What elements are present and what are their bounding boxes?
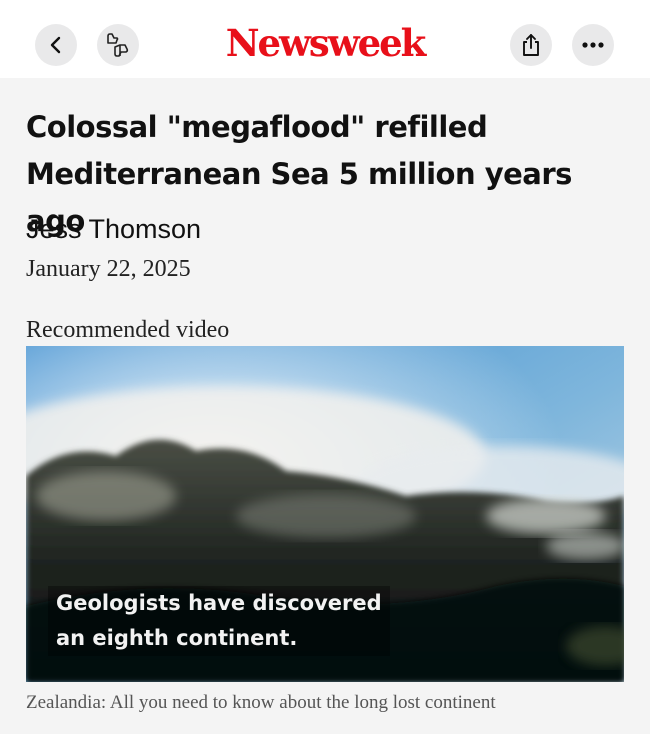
video-subtitle: Geologists have discovered an eighth con… [48,586,390,656]
subtitle-line-1: Geologists have discovered [48,586,390,621]
subtitle-line-2: an eighth continent. [48,621,390,656]
video-caption: Zealandia: All you need to know about th… [26,692,496,713]
share-icon [523,34,539,56]
article-date: January 22, 2025 [26,256,191,282]
article-author[interactable]: Jess Thomson [26,214,201,245]
newsweek-logo[interactable]: Newsweek [0,20,650,66]
more-options-button[interactable] [572,24,614,66]
ellipsis-icon [582,42,604,48]
top-navigation-bar: Newsweek [0,0,650,78]
share-button[interactable] [510,24,552,66]
recommended-video-label: Recommended video [26,317,230,343]
video-player[interactable]: Geologists have discovered an eighth con… [26,346,624,682]
